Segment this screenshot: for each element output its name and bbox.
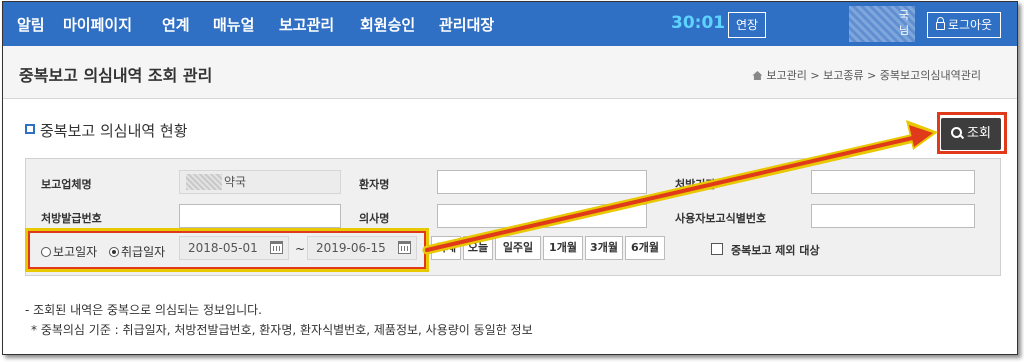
- note-line-1: - 조회된 내역은 중복으로 의심되는 정보입니다.: [25, 303, 262, 317]
- app-window: 알림 마이페이지 연계 매뉴얼 보고관리 회원승인 관리대장 30:01 연장 …: [2, 1, 1018, 355]
- note-line-2: * 중복의심 기준 : 취급일자, 처방전발급번호, 환자명, 환자식별번호, …: [31, 323, 533, 337]
- notes: - 조회된 내역은 중복으로 의심되는 정보입니다. * 중복의심 기준 : 취…: [25, 300, 533, 340]
